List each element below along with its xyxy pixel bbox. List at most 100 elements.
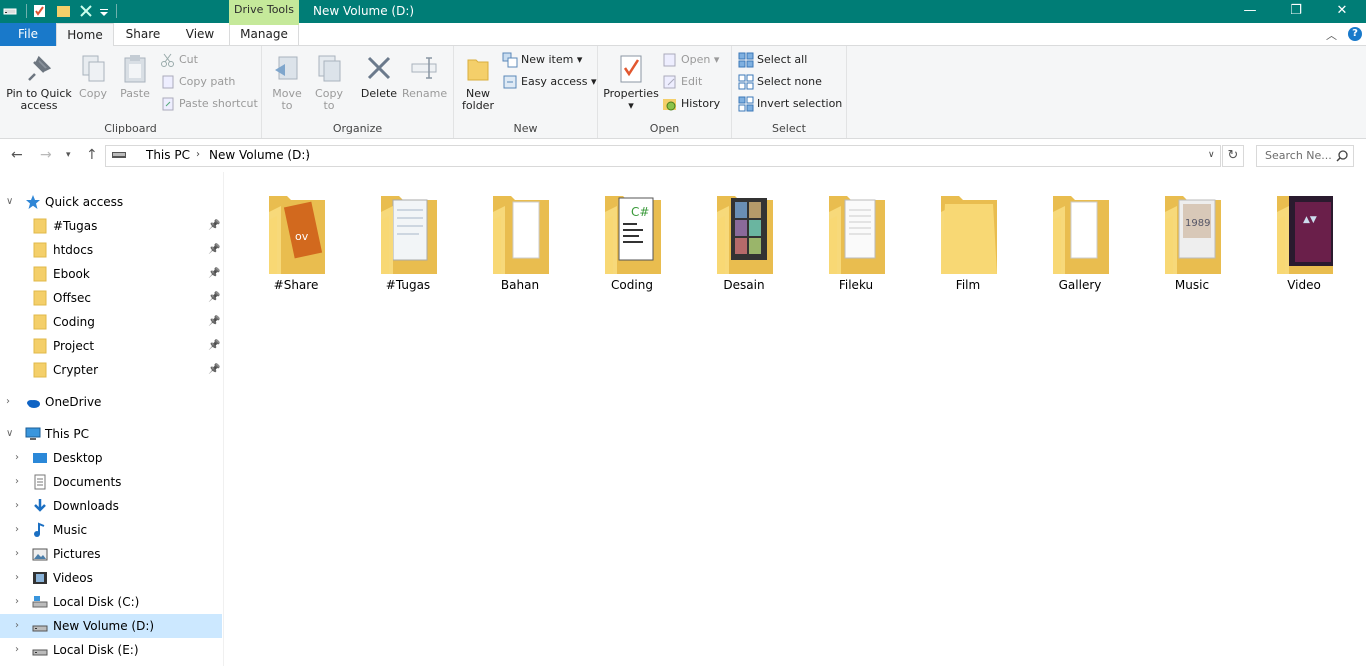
customize-qa-icon[interactable]: [98, 3, 114, 19]
collapse-ribbon-icon[interactable]: ︿: [1326, 27, 1337, 43]
new-item-button[interactable]: New item ▾: [502, 51, 582, 71]
nav-onedrive[interactable]: › OneDrive: [0, 390, 222, 414]
expand-chevron-icon[interactable]: ›: [15, 446, 19, 470]
new-folder-button[interactable]: New folder: [460, 50, 496, 112]
folder-item[interactable]: Fileku: [809, 188, 903, 298]
address-dropdown-icon[interactable]: ∨: [1208, 150, 1215, 160]
easy-access-label: Easy access: [521, 75, 588, 88]
breadcrumb-chevron-icon[interactable]: ›: [196, 149, 200, 160]
tab-home[interactable]: Home: [56, 23, 114, 47]
pin-icon: 📌: [208, 244, 221, 255]
nav-quick-access[interactable]: ∨ Quick access: [0, 190, 222, 214]
folder-item[interactable]: 1989 Music: [1145, 188, 1239, 298]
expand-chevron-icon[interactable]: ›: [15, 590, 19, 614]
nav-pc-item[interactable]: › Music: [0, 518, 222, 542]
expand-chevron-icon[interactable]: ›: [15, 494, 19, 518]
back-arrow-icon[interactable]: ←: [11, 147, 23, 163]
tab-share[interactable]: Share: [114, 23, 172, 46]
invert-selection-button[interactable]: Invert selection: [738, 95, 842, 115]
paste-button[interactable]: Paste: [118, 50, 152, 100]
nav-pc-item[interactable]: › Local Disk (E:): [0, 638, 222, 662]
maximize-button[interactable]: ❐: [1273, 0, 1319, 23]
collapse-chevron-icon[interactable]: ∨: [6, 190, 13, 214]
folder-item[interactable]: ov #Share: [249, 188, 343, 298]
nav-pc-item[interactable]: › Desktop: [0, 446, 222, 470]
tab-view[interactable]: View: [172, 23, 228, 46]
paste-shortcut-button[interactable]: Paste shortcut: [160, 95, 258, 115]
nav-quick-item[interactable]: Offsec 📌: [0, 286, 222, 310]
copy-button[interactable]: Copy: [76, 50, 110, 100]
select-all-button[interactable]: Select all: [738, 51, 807, 71]
history-button[interactable]: History: [662, 95, 720, 115]
folder-item[interactable]: Gallery: [1033, 188, 1127, 298]
nav-this-pc[interactable]: ∨ This PC: [0, 422, 222, 446]
easy-access-button[interactable]: Easy access ▾: [502, 73, 597, 93]
up-arrow-icon[interactable]: ↑: [86, 147, 98, 163]
expand-chevron-icon[interactable]: ›: [15, 470, 19, 494]
nav-pc-item[interactable]: › Pictures: [0, 542, 222, 566]
close-button[interactable]: ✕: [1319, 0, 1365, 23]
folder-item[interactable]: Film: [921, 188, 1015, 298]
nav-pc-item[interactable]: › Videos: [0, 566, 222, 590]
nav-quick-item[interactable]: Ebook 📌: [0, 262, 222, 286]
cloud-icon: [25, 394, 41, 410]
expand-chevron-icon[interactable]: ›: [15, 542, 19, 566]
nav-quick-item[interactable]: Coding 📌: [0, 310, 222, 334]
undo-close-icon[interactable]: [78, 3, 94, 19]
expand-chevron-icon[interactable]: ›: [15, 614, 19, 638]
expand-chevron-icon[interactable]: ›: [6, 390, 10, 414]
address-bar[interactable]: This PC › New Volume (D:) › ∨: [105, 145, 1221, 167]
pin-quick-access-button[interactable]: Pin to Quick access: [4, 50, 74, 112]
edit-button[interactable]: Edit: [662, 73, 702, 93]
nav-pc-item[interactable]: › New Volume (D:): [0, 614, 222, 638]
search-input[interactable]: Search Ne...: [1256, 145, 1354, 167]
nav-quick-item[interactable]: Project 📌: [0, 334, 222, 358]
nav-quick-item-label: Offsec: [53, 291, 91, 305]
tab-manage[interactable]: Manage: [229, 23, 299, 46]
properties-icon[interactable]: [32, 3, 48, 19]
expand-chevron-icon[interactable]: ›: [15, 566, 19, 590]
breadcrumb-this-pc[interactable]: This PC: [146, 148, 190, 162]
folder-item[interactable]: Bahan: [473, 188, 567, 298]
expand-chevron-icon[interactable]: ›: [15, 518, 19, 542]
folder-item[interactable]: C# Coding: [585, 188, 679, 298]
nav-pc-item-label: New Volume (D:): [53, 619, 155, 633]
folder-item[interactable]: #Tugas: [361, 188, 455, 298]
rename-icon: [411, 57, 437, 79]
minimize-button[interactable]: —: [1227, 0, 1273, 23]
nav-quick-item[interactable]: Crypter 📌: [0, 358, 222, 382]
properties-button[interactable]: Properties ▾: [602, 50, 660, 112]
folder-item[interactable]: ▲▼ Video: [1257, 188, 1351, 298]
nav-pc-item[interactable]: › Local Disk (C:): [0, 590, 222, 614]
nav-pc-item[interactable]: › Documents: [0, 470, 222, 494]
nav-quick-item[interactable]: #Tugas 📌: [0, 214, 222, 238]
collapse-chevron-icon[interactable]: ∨: [6, 422, 13, 446]
copy-to-button[interactable]: Copy to: [312, 50, 346, 112]
nav-quick-item[interactable]: htdocs 📌: [0, 238, 222, 262]
help-icon[interactable]: ?: [1348, 27, 1362, 41]
rename-button[interactable]: Rename: [402, 50, 447, 100]
breadcrumb-volume[interactable]: New Volume (D:): [209, 148, 310, 162]
copy-path-button[interactable]: Copy path: [160, 73, 235, 93]
drive-icon[interactable]: [2, 3, 18, 19]
refresh-button[interactable]: ↻: [1222, 145, 1244, 167]
nav-quick-item-label: Coding: [53, 315, 95, 329]
folder-item[interactable]: Desain: [697, 188, 791, 298]
delete-button[interactable]: Delete: [360, 50, 398, 100]
tab-file[interactable]: File: [0, 23, 56, 46]
select-none-button[interactable]: Select none: [738, 73, 822, 93]
recent-locations-icon[interactable]: ▾: [66, 150, 71, 160]
open-icon: [662, 52, 678, 68]
cut-button[interactable]: Cut: [160, 51, 198, 71]
organize-group: Move to Copy to Delete Rename Organize: [262, 46, 454, 138]
drive-icon: [112, 152, 126, 158]
forward-arrow-icon[interactable]: →: [40, 147, 52, 163]
nav-quick-item-label: Crypter: [53, 363, 99, 377]
expand-chevron-icon[interactable]: ›: [15, 638, 19, 662]
breadcrumb-chevron-icon[interactable]: ›: [306, 149, 310, 160]
nav-pc-item[interactable]: › Downloads: [0, 494, 222, 518]
open-button[interactable]: Open ▾: [662, 51, 719, 71]
clipboard-group: Pin to Quick access Copy Paste Cut Copy …: [0, 46, 262, 138]
new-folder-icon[interactable]: [56, 3, 72, 19]
move-to-button[interactable]: Move to: [270, 50, 304, 112]
